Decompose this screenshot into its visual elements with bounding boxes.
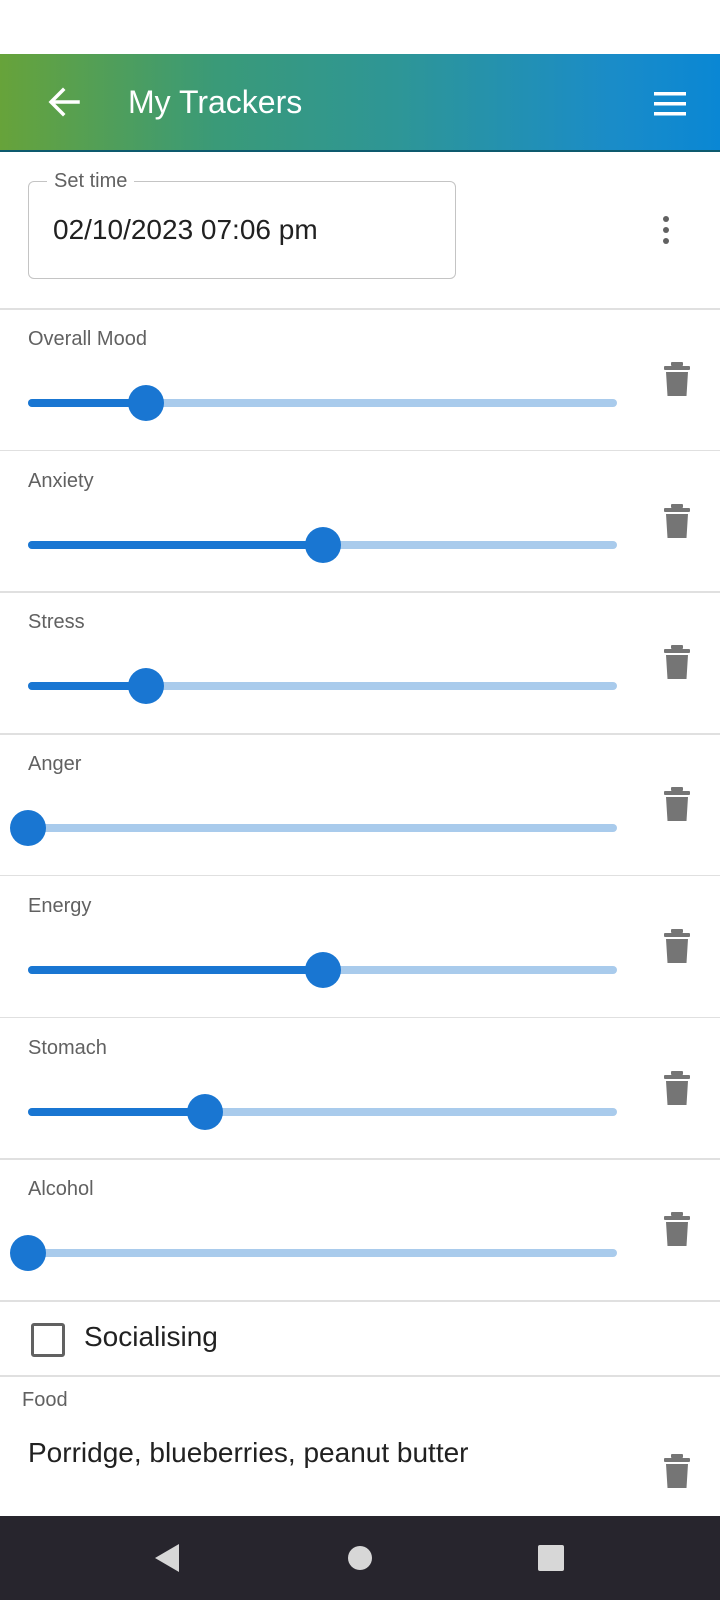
delete-trash-icon[interactable] bbox=[664, 503, 690, 538]
app-bar: My Trackers bbox=[0, 54, 720, 152]
tracker-row-overall-mood: Overall Mood bbox=[0, 310, 720, 451]
tracker-row-anxiety: Anxiety bbox=[0, 452, 720, 593]
tracker-label: Anxiety bbox=[28, 469, 94, 492]
set-time-value[interactable]: 02/10/2023 07:06 pm bbox=[53, 212, 318, 248]
slider-track[interactable] bbox=[28, 1107, 617, 1116]
system-navigation-bar bbox=[0, 1516, 720, 1600]
food-field[interactable]: Porridge, blueberries, peanut butter bbox=[28, 1435, 469, 1471]
nav-recents-square-icon[interactable] bbox=[538, 1545, 564, 1571]
delete-trash-icon[interactable] bbox=[664, 787, 690, 822]
back-arrow-icon[interactable] bbox=[44, 82, 84, 122]
page-title: My Trackers bbox=[128, 84, 303, 120]
tracker-row-anger: Anger bbox=[0, 735, 720, 876]
nav-home-circle-icon[interactable] bbox=[348, 1546, 372, 1570]
tracker-row-stress: Stress bbox=[0, 593, 720, 734]
tracker-label: Energy bbox=[28, 894, 92, 917]
slider-track[interactable] bbox=[28, 824, 617, 833]
food-label: Food bbox=[22, 1389, 68, 1411]
set-time-field[interactable]: Set time 02/10/2023 07:06 pm bbox=[28, 169, 456, 279]
more-vert-icon[interactable] bbox=[650, 212, 682, 248]
tracker-label: Stress bbox=[28, 611, 85, 634]
slider-thumb[interactable] bbox=[304, 526, 341, 563]
delete-trash-icon[interactable] bbox=[664, 928, 690, 963]
slider-track[interactable] bbox=[28, 399, 617, 407]
tracker-label: Anger bbox=[28, 753, 82, 776]
socialising-checkbox[interactable] bbox=[31, 1323, 65, 1357]
slider-thumb[interactable] bbox=[186, 1093, 223, 1130]
slider-active-track bbox=[28, 965, 323, 974]
tracker-row-alcohol: Alcohol bbox=[0, 1160, 720, 1301]
delete-trash-icon[interactable] bbox=[664, 362, 690, 396]
slider-thumb[interactable] bbox=[10, 810, 46, 847]
tracker-row-energy: Energy bbox=[0, 877, 720, 1018]
slider-track[interactable] bbox=[28, 1249, 617, 1258]
divider bbox=[0, 1375, 720, 1377]
delete-trash-icon[interactable] bbox=[664, 1070, 690, 1105]
slider-active-track bbox=[28, 1107, 205, 1116]
tracker-row-stomach: Stomach bbox=[0, 1019, 720, 1160]
slider-thumb[interactable] bbox=[127, 385, 164, 421]
set-time-label: Set time bbox=[47, 169, 135, 193]
delete-trash-icon[interactable] bbox=[664, 645, 690, 680]
socialising-row[interactable]: Socialising bbox=[0, 1302, 720, 1374]
tracker-label: Stomach bbox=[28, 1036, 107, 1059]
slider-track[interactable] bbox=[28, 682, 617, 691]
food-delete-trash-icon[interactable] bbox=[664, 1454, 690, 1488]
status-bar bbox=[0, 0, 720, 54]
hamburger-menu-icon[interactable] bbox=[650, 84, 690, 124]
slider-thumb[interactable] bbox=[304, 951, 341, 988]
tracker-label: Alcohol bbox=[28, 1178, 94, 1201]
nav-back-triangle-icon[interactable] bbox=[152, 1542, 182, 1574]
slider-thumb[interactable] bbox=[127, 668, 164, 705]
slider-thumb[interactable] bbox=[10, 1235, 46, 1272]
socialising-label: Socialising bbox=[84, 1321, 218, 1352]
slider-active-track bbox=[28, 540, 323, 549]
delete-trash-icon[interactable] bbox=[664, 1212, 690, 1247]
tracker-label: Overall Mood bbox=[28, 328, 147, 350]
